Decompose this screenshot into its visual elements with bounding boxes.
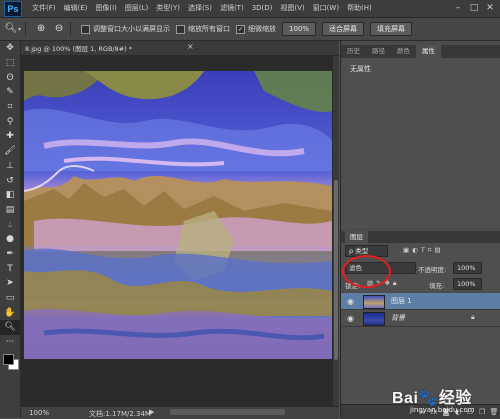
layers-panel-tabs: 图层 — [341, 231, 500, 243]
color-swatches[interactable] — [0, 349, 20, 379]
opacity-input[interactable]: 100% — [453, 262, 482, 274]
document-tab[interactable]: 8.jpg @ 100% (图层 1, RGB/8#) * × — [21, 41, 339, 56]
divider — [25, 22, 27, 36]
zoom-tool-icon[interactable]: 🔍︎ — [0, 320, 20, 335]
foreground-color-swatch[interactable] — [3, 354, 14, 366]
scrubby-zoom-checkbox[interactable]: ✓ 细微缩放 — [236, 24, 276, 34]
crop-tool-icon[interactable]: ⌗ — [0, 100, 20, 115]
opacity-label: 不透明度: — [418, 266, 447, 274]
zoom-level[interactable]: 100% — [29, 409, 49, 417]
tool-preset-chevron-icon[interactable]: ▾ — [18, 26, 21, 33]
tab-history[interactable]: 历史 — [341, 45, 366, 58]
properties-panel-tabs: 历史 路径 颜色 属性 — [341, 45, 500, 58]
photoshop-logo: Ps — [4, 0, 22, 17]
layer-name[interactable]: 图层 1 — [391, 296, 412, 306]
vertical-scrollbar-thumb[interactable] — [334, 180, 338, 360]
checkbox-box[interactable] — [81, 24, 91, 34]
healing-brush-tool-icon[interactable]: ✚ — [0, 129, 20, 144]
zoom-icon[interactable]: 🔍︎ — [4, 22, 18, 36]
eraser-tool-icon[interactable]: ◧ — [0, 188, 20, 203]
close-window-button[interactable]: ✕ — [484, 2, 496, 14]
menu-select[interactable]: 选择(S) — [184, 0, 216, 17]
menu-file[interactable]: 文件(F) — [28, 0, 60, 17]
type-tool-icon[interactable]: T — [0, 261, 20, 276]
visibility-eye-icon[interactable]: ◉ — [347, 297, 354, 306]
document-tab-label: 8.jpg @ 100% (图层 1, RGB/8#) * — [25, 45, 133, 53]
layer-thumbnail — [363, 295, 385, 309]
move-tool-icon[interactable]: ✥ — [0, 41, 20, 56]
dodge-tool-icon[interactable]: ● — [0, 232, 20, 247]
annotation-circle — [342, 255, 391, 288]
eyedropper-tool-icon[interactable]: ⚲ — [0, 114, 20, 129]
brush-tool-icon[interactable]: 🖌︎ — [0, 144, 20, 159]
menu-3d[interactable]: 3D(D) — [248, 0, 277, 17]
minimize-button[interactable]: – — [452, 2, 464, 14]
canvas-image[interactable] — [24, 71, 332, 359]
lock-icon: 🔒︎ — [471, 313, 475, 321]
properties-panel-body — [341, 58, 500, 228]
menu-layer[interactable]: 图层(L) — [121, 0, 152, 17]
horizontal-scrollbar[interactable] — [170, 409, 285, 415]
zoom-all-windows-checkbox[interactable]: 缩放所有窗口 — [176, 24, 230, 34]
layer-name[interactable]: 背景 — [391, 313, 405, 323]
menu-help[interactable]: 帮助(H) — [343, 0, 376, 17]
tab-properties[interactable]: 属性 — [416, 45, 441, 58]
no-properties-text: 无属性 — [350, 65, 371, 73]
fill-screen-button[interactable]: 填充屏幕 — [370, 22, 413, 36]
resize-windows-label: 调整窗口大小以满屏显示 — [93, 25, 171, 33]
watermark-brand: Bai🐾经验 — [392, 390, 472, 407]
tab-color[interactable]: 颜色 — [391, 45, 416, 58]
layer-filter-icons[interactable]: ▣◐T⌗▤ — [403, 246, 444, 255]
resize-windows-checkbox[interactable]: 调整窗口大小以满屏显示 — [81, 24, 170, 34]
tools-panel: ✥ ⬚ ʘ ✎ ⌗ ⚲ ✚ 🖌︎ ⊥ ↺ ◧ ▤ 💧︎ ● ✒ T ➤ ▭ ✋ … — [0, 41, 21, 418]
path-select-tool-icon[interactable]: ➤ — [0, 276, 20, 291]
menu-type[interactable]: 类型(Y) — [152, 0, 184, 17]
layer-thumbnail — [363, 312, 385, 326]
status-menu-arrow-icon[interactable]: ▶ — [149, 408, 154, 416]
fill-label: 填充: — [429, 282, 445, 290]
more-tools-icon[interactable]: ··· — [0, 335, 20, 350]
watermark-url: jingyan.baidu.com — [410, 406, 475, 414]
visibility-eye-icon[interactable]: ◉ — [347, 314, 354, 323]
shape-tool-icon[interactable]: ▭ — [0, 291, 20, 306]
quick-select-tool-icon[interactable]: ✎ — [0, 85, 20, 100]
tab-paths[interactable]: 路径 — [366, 45, 391, 58]
blur-tool-icon[interactable]: 💧︎ — [0, 217, 20, 232]
history-brush-tool-icon[interactable]: ↺ — [0, 173, 20, 188]
close-document-icon[interactable]: × — [187, 42, 194, 51]
new-layer-icon[interactable]: ❐ — [476, 408, 488, 416]
menu-view[interactable]: 视图(V) — [276, 0, 308, 17]
menu-image[interactable]: 图像(I) — [91, 0, 121, 17]
fit-screen-button[interactable]: 适合屏幕 — [322, 22, 365, 36]
menu-window[interactable]: 窗口(W) — [309, 0, 343, 17]
layer-row-layer-1[interactable]: ◉ 图层 1 — [341, 293, 500, 310]
zoom-out-icon[interactable]: ⊖ — [52, 22, 66, 36]
zoom-100-button[interactable]: 100% — [282, 22, 317, 36]
delete-layer-icon[interactable]: 🗑︎ — [488, 408, 500, 416]
layer-row-background[interactable]: ◉ 背景 🔒︎ — [341, 310, 500, 327]
gradient-tool-icon[interactable]: ▤ — [0, 203, 20, 218]
checkmark-icon[interactable]: ✓ — [236, 24, 246, 34]
marquee-tool-icon[interactable]: ⬚ — [0, 56, 20, 71]
menu-filter[interactable]: 滤镜(T) — [216, 0, 248, 17]
menu-edit[interactable]: 编辑(E) — [60, 0, 92, 17]
pen-tool-icon[interactable]: ✒ — [0, 247, 20, 262]
checkbox-box[interactable] — [176, 24, 186, 34]
lasso-tool-icon[interactable]: ʘ — [0, 70, 20, 85]
maximize-button[interactable]: □ — [468, 2, 480, 14]
fill-input[interactable]: 100% — [453, 278, 482, 290]
tab-layers[interactable]: 图层 — [345, 231, 368, 243]
options-bar: 🔍︎ ▾ ⊕ ⊖ 调整窗口大小以满屏显示 缩放所有窗口 ✓ 细微缩放 100% … — [0, 18, 500, 41]
scrubby-zoom-label: 细微缩放 — [248, 25, 277, 33]
menu-bar: Ps 文件(F) 编辑(E) 图像(I) 图层(L) 类型(Y) 选择(S) 滤… — [0, 0, 500, 18]
hand-tool-icon[interactable]: ✋ — [0, 305, 20, 320]
zoom-in-icon[interactable]: ⊕ — [34, 22, 48, 36]
clone-stamp-tool-icon[interactable]: ⊥ — [0, 159, 20, 174]
zoom-all-windows-label: 缩放所有窗口 — [188, 25, 231, 33]
divider — [70, 22, 72, 36]
baidu-jingyan-watermark: Bai🐾经验 jingyan.baidu.com — [392, 384, 475, 414]
